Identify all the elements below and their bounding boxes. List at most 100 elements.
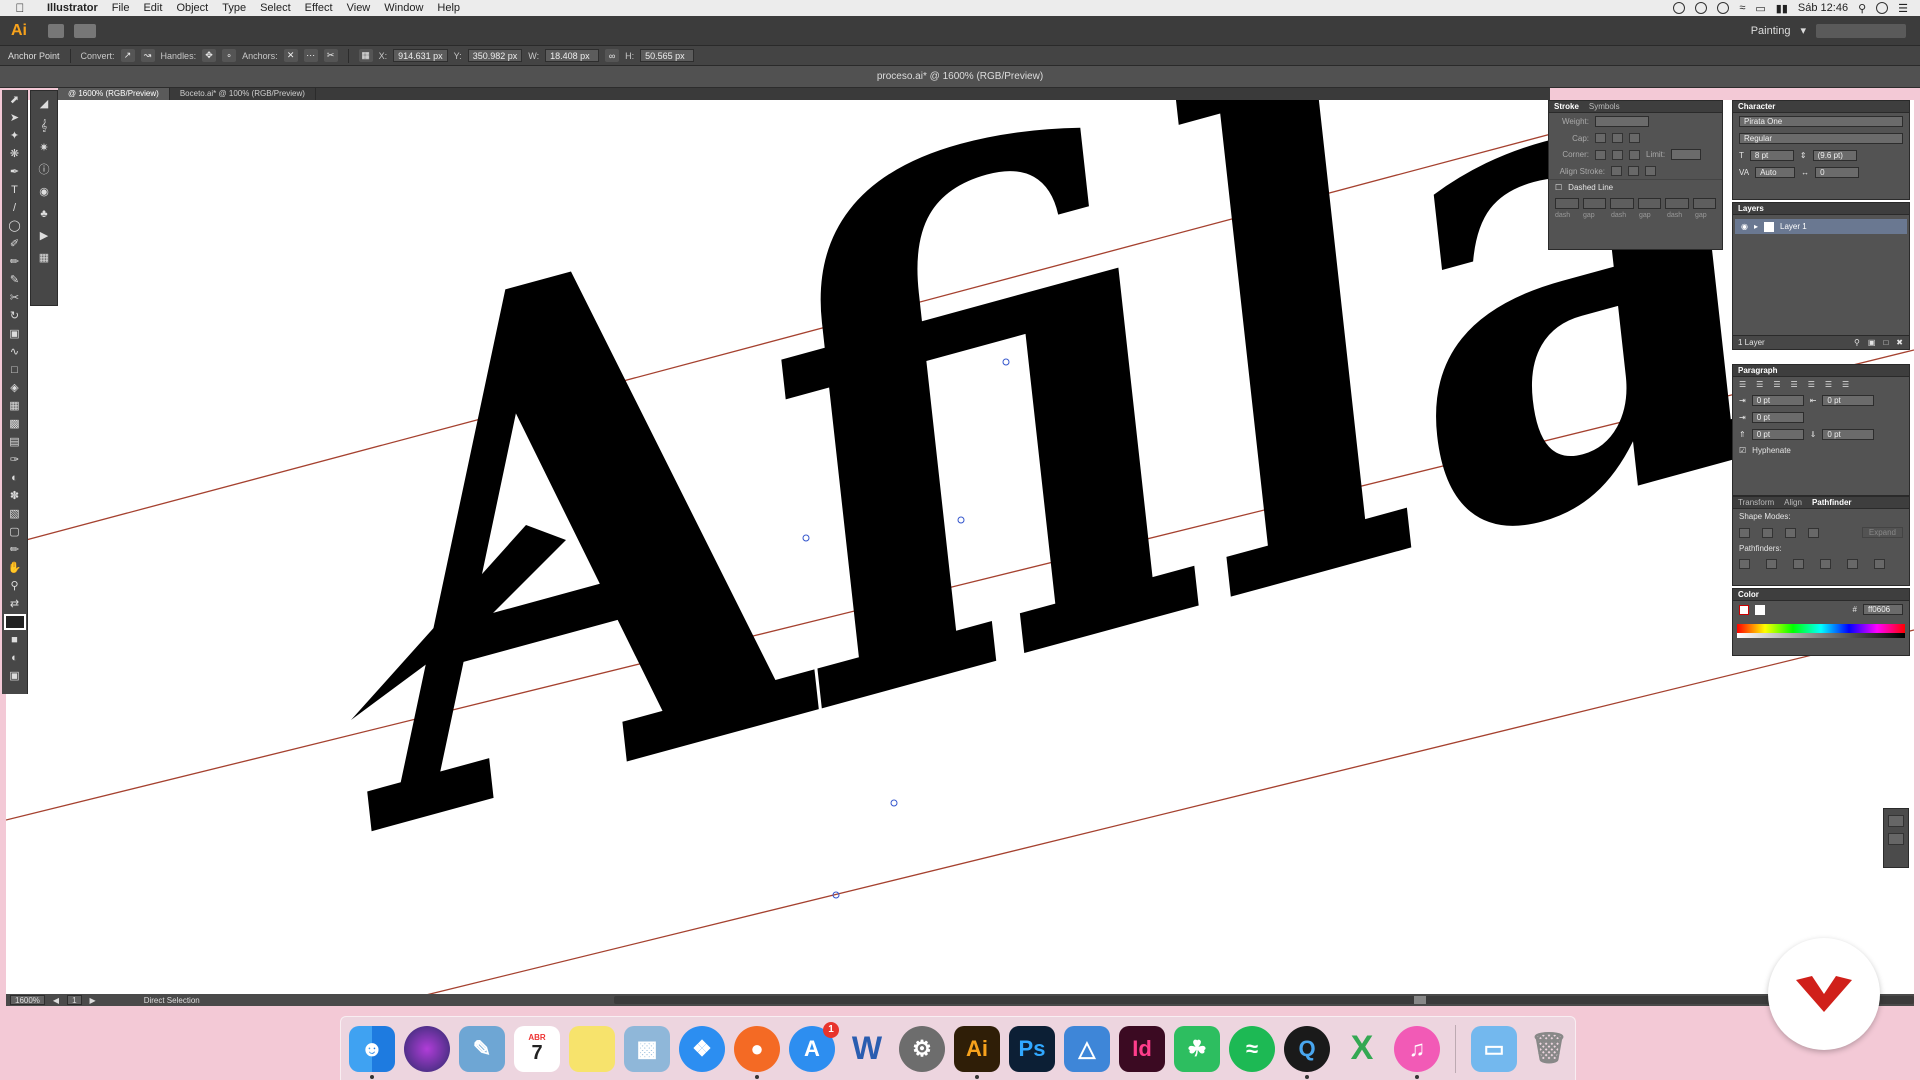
navigator-icon[interactable]: ▦	[33, 249, 55, 267]
artboard-tool-icon[interactable]: ▢	[4, 524, 26, 540]
screen-mode-icon[interactable]: ▣	[4, 668, 26, 684]
space-before-field[interactable]: 0 pt	[1751, 429, 1804, 440]
brushes-icon[interactable]: 𝄞	[33, 117, 55, 135]
left-indent-field[interactable]: 0 pt	[1751, 395, 1804, 406]
first-line-indent-field[interactable]: 0 pt	[1751, 412, 1804, 423]
locate-object-icon[interactable]: ⚲	[1854, 338, 1860, 347]
hyphenate-checkbox[interactable]: ☑	[1739, 446, 1746, 455]
menu-window[interactable]: Window	[377, 2, 430, 14]
menu-file[interactable]: File	[105, 2, 137, 14]
color-mode-icon[interactable]: ■	[4, 632, 26, 648]
justify-center-icon[interactable]: ☰	[1808, 380, 1815, 389]
scissors-tool-icon[interactable]: ✂	[4, 290, 26, 306]
stock-search-input[interactable]	[1816, 23, 1906, 38]
font-family-select[interactable]: Pirata One	[1739, 116, 1903, 127]
cut-path-icon[interactable]: ✂	[323, 49, 338, 62]
wifi-icon[interactable]: ≈	[1739, 2, 1745, 14]
keynote-icon[interactable]: △	[1064, 1025, 1110, 1072]
trim-icon[interactable]	[1766, 559, 1777, 569]
free-transform-tool-icon[interactable]: □	[4, 362, 26, 378]
type-tool-icon[interactable]: T	[4, 182, 26, 198]
expand-triangle-icon[interactable]: ▸	[1754, 222, 1758, 231]
bevel-join-icon[interactable]	[1629, 149, 1640, 160]
connect-anchors-icon[interactable]: ⋯	[303, 49, 318, 62]
shaper-tool-icon[interactable]: ✎	[4, 272, 26, 288]
tracking-field[interactable]: 0	[1815, 167, 1860, 178]
spotify-icon[interactable]: ≈	[1229, 1025, 1275, 1072]
notification-center-icon[interactable]: ☰	[1898, 2, 1908, 15]
next-artboard-icon[interactable]: ▶	[90, 996, 96, 1005]
swap-colors-icon[interactable]: ⇄	[4, 596, 26, 612]
dash-field-2[interactable]	[1610, 198, 1634, 209]
perspective-grid-tool-icon[interactable]: ▦	[4, 398, 26, 414]
zoom-tool-icon[interactable]: ⚲	[4, 578, 26, 594]
spotlight-icon[interactable]: ⚲	[1858, 2, 1866, 15]
font-style-select[interactable]: Regular	[1739, 133, 1903, 144]
align-center-icon[interactable]	[1611, 166, 1622, 176]
eyedropper-tool-icon[interactable]: ✑	[4, 452, 26, 468]
minus-back-icon[interactable]	[1874, 559, 1885, 569]
merge-icon[interactable]	[1793, 559, 1804, 569]
gap-field-1[interactable]	[1582, 198, 1606, 209]
menu-object[interactable]: Object	[169, 2, 215, 14]
illustrator-icon[interactable]: Ai	[954, 1025, 1000, 1079]
miter-join-icon[interactable]	[1595, 149, 1606, 160]
clock[interactable]: Sáb 12:46	[1798, 2, 1848, 14]
prev-artboard-icon[interactable]: ◀	[53, 996, 59, 1005]
zoom-select[interactable]: 1600%	[10, 995, 45, 1005]
kerning-field[interactable]: Auto	[1755, 167, 1796, 178]
space-after-field[interactable]: 0 pt	[1822, 429, 1875, 440]
dash-field-1[interactable]	[1555, 198, 1579, 209]
round-join-icon[interactable]	[1612, 149, 1623, 160]
justify-right-icon[interactable]: ☰	[1825, 380, 1832, 389]
finder-icon[interactable]: ☻	[349, 1025, 395, 1079]
x-field[interactable]: 914.631 px	[393, 49, 448, 62]
round-cap-icon[interactable]	[1612, 133, 1623, 143]
photoshop-icon[interactable]: Ps	[1009, 1025, 1055, 1072]
leading-field[interactable]: (9.6 pt)	[1812, 150, 1857, 161]
image-capture-icon[interactable]: ▩	[624, 1025, 670, 1072]
align-left-icon[interactable]: ☰	[1739, 380, 1746, 389]
convert-smooth-icon[interactable]: ↝	[140, 49, 155, 62]
divide-icon[interactable]	[1739, 559, 1750, 569]
ellipse-tool-icon[interactable]: ◯	[4, 218, 26, 234]
airplay-icon[interactable]: ▭	[1755, 2, 1765, 15]
blend-tool-icon[interactable]: ◐	[4, 470, 26, 486]
bridge-icon[interactable]	[48, 23, 64, 38]
appearance-icon[interactable]: ◉	[33, 183, 55, 201]
hand-tool-icon[interactable]: ✋	[4, 560, 26, 576]
exclude-icon[interactable]	[1808, 527, 1819, 538]
projecting-cap-icon[interactable]	[1629, 133, 1640, 143]
warp-tool-icon[interactable]: ∿	[4, 344, 26, 360]
tab-symbols[interactable]: Symbols	[1589, 102, 1620, 111]
scrollbar-thumb[interactable]	[1414, 996, 1426, 1004]
safari-icon[interactable]: ❖	[679, 1025, 725, 1072]
pencil-tool-icon[interactable]: ✏	[4, 254, 26, 270]
paintbrush-tool-icon[interactable]: ✐	[4, 236, 26, 252]
horizontal-scrollbar[interactable]	[614, 996, 1914, 1004]
swatches-panel-icon[interactable]	[1888, 815, 1904, 827]
hide-handles-icon[interactable]: ∘	[222, 49, 237, 62]
scale-tool-icon[interactable]: ▣	[4, 326, 26, 342]
menu-app-name[interactable]: Illustrator	[40, 2, 105, 14]
magic-wand-tool-icon[interactable]: ✦	[4, 128, 26, 144]
selection-tool-icon[interactable]: ⬈	[4, 92, 26, 108]
unite-icon[interactable]	[1739, 527, 1750, 538]
battery-icon[interactable]: ▮▮	[1776, 2, 1788, 15]
gap-field-3[interactable]	[1692, 198, 1716, 209]
itunes-icon[interactable]: ♫	[1394, 1025, 1440, 1079]
justify-left-icon[interactable]: ☰	[1791, 380, 1798, 389]
tab-stroke[interactable]: Stroke	[1554, 102, 1579, 111]
tab-proceso[interactable]: @ 1600% (RGB/Preview)	[58, 88, 170, 100]
align-center-icon[interactable]: ☰	[1756, 380, 1763, 389]
select-icon[interactable]: ◢	[33, 95, 55, 113]
w-field[interactable]: 18.408 px	[545, 49, 600, 62]
limit-field[interactable]	[1671, 149, 1702, 160]
artboard-select[interactable]: 1	[67, 995, 82, 1005]
new-sublayer-icon[interactable]: ▣	[1868, 338, 1876, 347]
menu-select[interactable]: Select	[253, 2, 298, 14]
tab-align[interactable]: Align	[1784, 498, 1802, 507]
convert-corner-icon[interactable]: ↗	[120, 49, 135, 62]
right-indent-field[interactable]: 0 pt	[1822, 395, 1875, 406]
stroke-swatch-icon[interactable]	[1739, 604, 1749, 615]
